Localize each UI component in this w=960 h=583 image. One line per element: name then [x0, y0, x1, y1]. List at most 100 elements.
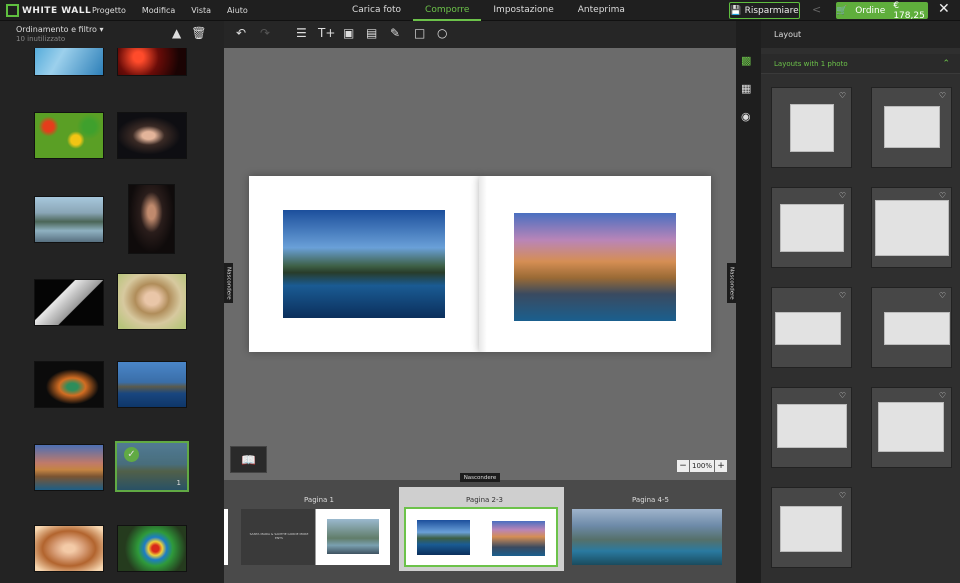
photo-panel: Ordinamento e filtro ▾ 10 inutilizzato ▲… [0, 21, 224, 583]
editor-canvas: Nascondere Nascondere 📖 − 100% + [224, 48, 736, 480]
tab-comporre[interactable]: Comporre [413, 0, 482, 21]
photo-panel-header: Ordinamento e filtro ▾ 10 inutilizzato ▲… [0, 21, 224, 48]
menu-vista[interactable]: Vista [191, 6, 211, 15]
page-label-1: Pagina 1 [304, 496, 334, 504]
tab-carica-foto[interactable]: Carica foto [340, 0, 413, 21]
logo: WHITE WALL [6, 3, 91, 18]
tab-impostazione[interactable]: Impostazione [481, 0, 565, 21]
heart-icon[interactable]: ♡ [839, 491, 846, 500]
photo-thumb[interactable] [117, 525, 187, 572]
chevron-up-icon: ⌃ [942, 59, 950, 69]
menu-modifica[interactable]: Modifica [142, 6, 175, 15]
order-price: € 178,25 [893, 0, 925, 21]
layout-icon[interactable]: ▩ [741, 54, 751, 67]
spread-thumb-page-4-5[interactable] [572, 509, 722, 565]
adjust-icon[interactable]: ☰ [296, 26, 307, 40]
tab-anteprima[interactable]: Anteprima [566, 0, 637, 21]
heart-icon[interactable]: ♡ [839, 391, 846, 400]
add-box-icon[interactable]: ▤ [366, 26, 377, 40]
hide-left-panel-tab[interactable]: Nascondere [224, 263, 233, 303]
mask-icon[interactable]: ◉ [741, 110, 751, 123]
edit-toolbar: ↶ ↷ ☰ T+ ▣ ▤ ✎ □ ○ [224, 21, 736, 48]
layout-section-label: Layouts with 1 photo [774, 60, 848, 68]
photo-thumb[interactable] [34, 112, 104, 159]
layout-option[interactable]: ♡ [771, 187, 852, 268]
spread-thumb-page-1[interactable]: SANTA MARIA & SANTHE GORDE MORE ENTS [241, 509, 390, 565]
page-label-2-3: Pagina 2-3 [466, 496, 503, 504]
save-icon: 💾 [730, 5, 742, 16]
close-icon[interactable]: ✕ [938, 1, 950, 17]
spread-photo-left [417, 520, 470, 555]
zoom-out-button[interactable]: − [677, 460, 689, 472]
spread-photo-right [492, 521, 545, 556]
hide-right-panel-tab[interactable]: Nascondere [727, 263, 736, 303]
edit-box-icon[interactable]: ✎ [390, 26, 400, 40]
add-photo-icon[interactable]: ▲ [172, 26, 181, 40]
layout-panel-title: Layout [761, 21, 960, 48]
layout-option[interactable]: ♡ [771, 387, 852, 468]
top-bar: WHITE WALL Progetto Modifica Vista Aiuto… [0, 0, 960, 21]
sort-filter-label: Ordinamento e filtro [16, 25, 97, 34]
layout-section-header[interactable]: Layouts with 1 photo ⌃ [761, 54, 960, 74]
rectangle-icon[interactable]: □ [414, 26, 425, 40]
undo-icon[interactable]: ↶ [236, 26, 246, 40]
heart-icon[interactable]: ♡ [939, 391, 946, 400]
photo-thumb-selected[interactable]: ✓ 1 [115, 441, 189, 492]
layout-option[interactable]: ♡ [771, 87, 852, 168]
circle-icon[interactable]: ○ [437, 26, 447, 40]
photo-thumb[interactable] [34, 444, 104, 491]
check-icon: ✓ [124, 447, 139, 462]
page1-caption: SANTA MARIA & SANTHE GORDE MORE ENTS [249, 532, 309, 540]
left-page[interactable] [249, 176, 479, 352]
add-photo-frame-icon[interactable]: ▣ [343, 26, 354, 40]
layout-option[interactable]: ♡ [771, 287, 852, 368]
layout-option[interactable]: ♡ [871, 187, 952, 268]
book-icon: 📖 [241, 452, 256, 467]
save-button[interactable]: 💾 Risparmiare [729, 2, 800, 19]
layout-option[interactable]: ♡ [871, 87, 952, 168]
background-icon[interactable]: ▦ [741, 82, 751, 95]
photo-lofoten[interactable] [283, 210, 445, 318]
layout-option[interactable]: ♡ [871, 287, 952, 368]
heart-icon[interactable]: ♡ [839, 291, 846, 300]
order-button[interactable]: 🛒 Ordine € 178,25 [836, 0, 928, 21]
heart-icon[interactable]: ♡ [939, 91, 946, 100]
heart-icon[interactable]: ♡ [839, 191, 846, 200]
photo-thumb[interactable] [117, 361, 187, 408]
usage-count: 1 [176, 479, 181, 487]
photo-thumb[interactable] [34, 361, 104, 408]
layout-option[interactable]: ♡ [871, 387, 952, 468]
share-icon[interactable]: < [812, 3, 821, 16]
photo-manarola[interactable] [514, 213, 676, 321]
spread-thumb-page-2-3[interactable] [404, 507, 558, 567]
menu-progetto[interactable]: Progetto [92, 6, 126, 15]
add-text-icon[interactable]: T+ [318, 26, 335, 40]
workflow-tabs: Carica foto Comporre Impostazione Antepr… [340, 0, 637, 21]
book-view-button[interactable]: 📖 [230, 446, 267, 473]
layout-panel: Layout Layouts with 1 photo ⌃ ♡ ♡ ♡ ♡ ♡ … [761, 21, 960, 583]
right-page[interactable] [479, 176, 711, 352]
layout-option[interactable]: ♡ [771, 487, 852, 568]
photo-thumb[interactable] [34, 48, 104, 76]
spread-thumb-partial[interactable] [224, 509, 228, 565]
photo-thumb[interactable] [117, 48, 187, 76]
trash-icon[interactable]: 🗑 [191, 26, 206, 40]
sort-filter-dropdown[interactable]: Ordinamento e filtro ▾ [16, 25, 104, 34]
heart-icon[interactable]: ♡ [839, 91, 846, 100]
photo-thumb[interactable] [117, 112, 187, 159]
heart-icon[interactable]: ♡ [939, 191, 946, 200]
photo-thumb[interactable] [34, 525, 104, 572]
main-menu: Progetto Modifica Vista Aiuto [92, 0, 248, 21]
photo-thumb[interactable] [34, 196, 104, 243]
hide-strip-tab[interactable]: Nascondere [460, 473, 500, 482]
page1-photo [327, 519, 379, 554]
panel-nav: ▩ ▦ ◉ [736, 21, 761, 583]
photo-thumb[interactable] [117, 273, 187, 330]
heart-icon[interactable]: ♡ [939, 291, 946, 300]
redo-icon[interactable]: ↷ [260, 26, 270, 40]
photo-thumb[interactable] [128, 184, 175, 254]
menu-aiuto[interactable]: Aiuto [227, 6, 248, 15]
logo-mark [6, 4, 19, 17]
zoom-in-button[interactable]: + [715, 460, 727, 472]
photo-thumb[interactable] [34, 279, 104, 326]
